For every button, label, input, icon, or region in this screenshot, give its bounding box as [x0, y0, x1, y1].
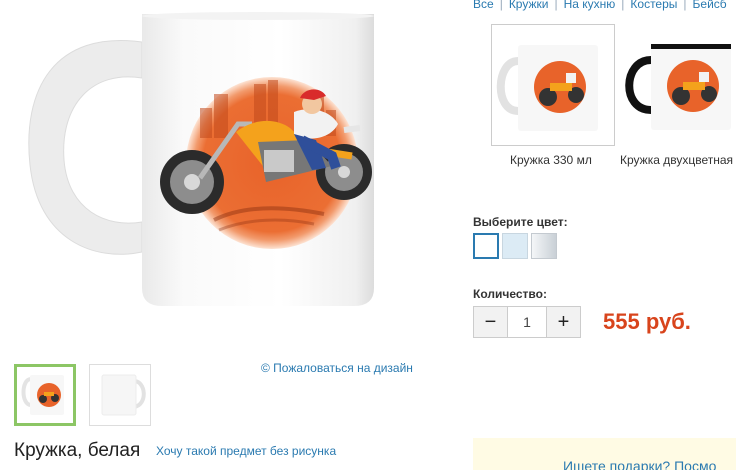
no-print-link[interactable]: Хочу такой предмет без рисунка — [156, 444, 336, 458]
thumbnail-plain-mug[interactable] — [89, 364, 151, 426]
product-title: Кружка, белая — [14, 440, 141, 461]
promo-link[interactable]: Ищете подарки? Посмо — [563, 458, 716, 470]
nav-separator: | — [683, 0, 687, 11]
color-swatch-light-blue[interactable] — [502, 233, 528, 259]
category-coasters[interactable]: Костеры — [630, 0, 677, 11]
variant-label[interactable]: Кружка двухцветная — [620, 153, 733, 167]
category-mugs[interactable]: Кружки — [509, 0, 549, 11]
quantity-decrease-button[interactable]: − — [474, 307, 508, 337]
quantity-input[interactable] — [508, 307, 546, 337]
color-swatch-silver[interactable] — [531, 233, 557, 259]
variant-mug-two-color[interactable] — [617, 24, 736, 146]
category-nav: Все | Кружки | На кухню | Костеры | Бейсб — [473, 0, 727, 11]
color-label: Выберите цвет: — [473, 215, 568, 229]
nav-separator: | — [554, 0, 558, 11]
variant-label[interactable]: Кружка 330 мл — [510, 153, 592, 167]
main-product-image — [14, 0, 414, 330]
color-swatch-white[interactable] — [473, 233, 499, 259]
nav-separator: | — [621, 0, 625, 11]
price: 555 руб. — [603, 309, 691, 334]
category-baseball[interactable]: Бейсб — [693, 0, 727, 11]
complain-design-link[interactable]: © Пожаловаться на дизайн — [261, 361, 413, 375]
quantity-increase-button[interactable]: + — [546, 307, 580, 337]
thumbnail-design[interactable] — [14, 364, 76, 426]
category-all[interactable]: Все — [473, 0, 494, 11]
nav-separator: | — [499, 0, 503, 11]
variant-mug-330[interactable] — [491, 24, 615, 146]
quantity-label: Количество: — [473, 287, 547, 301]
promo-banner: Ищете подарки? Посмо — [473, 438, 736, 470]
category-kitchen[interactable]: На кухню — [564, 0, 616, 11]
quantity-stepper: − + — [473, 306, 581, 338]
